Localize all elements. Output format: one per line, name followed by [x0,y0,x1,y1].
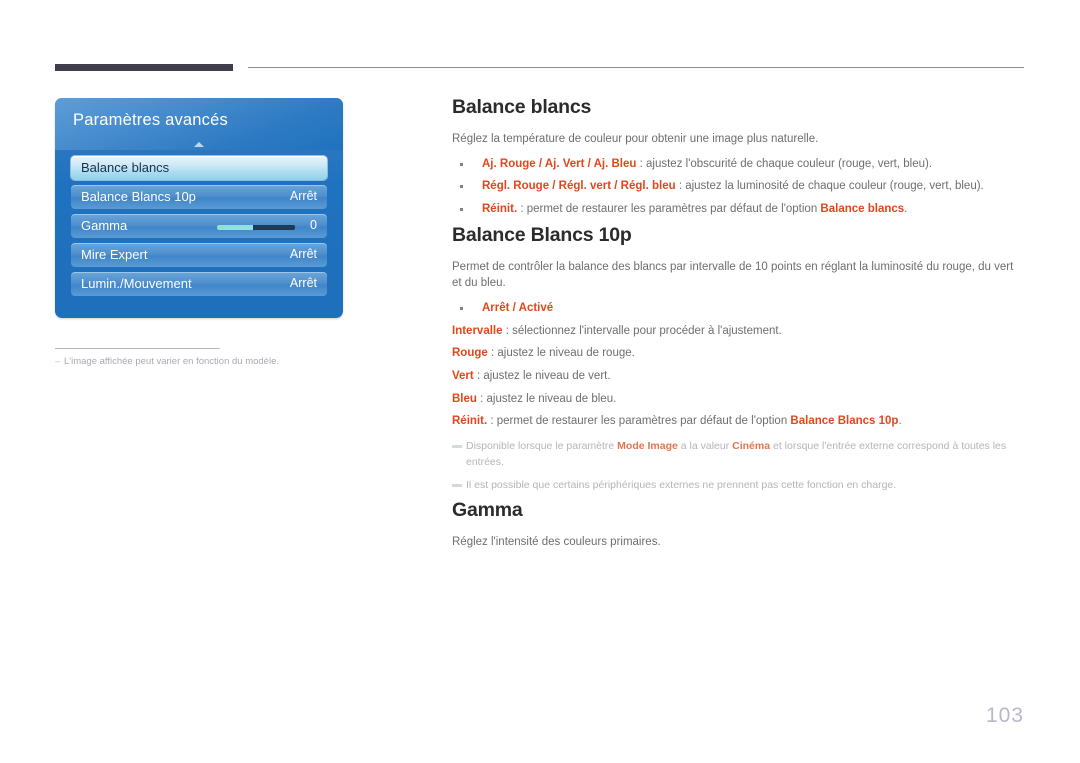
osd-row-value: Arrêt [289,189,317,203]
section-intro-balance-blancs: Réglez la température de couleur pour ob… [452,133,819,145]
page-number: 103 [985,704,1024,727]
footnote-dash-icon: – [55,356,61,367]
osd-row-2[interactable]: Balance Blancs 10p Arrêt [71,185,327,209]
accent-term: Bleu [452,392,477,405]
osd-row-1[interactable]: Balance blancs [71,156,327,180]
accent-term: Arrêt / Activé [482,302,554,315]
left-footnote: – L'image affichée peut varier en fonctio… [55,355,355,369]
osd-row-value: 0 [310,218,317,232]
accent-term: Mode Image [617,440,678,453]
note-line: Disponible lorsque le paramètre Mode Ima… [452,438,1024,471]
osd-row-value: Arrêt [289,276,317,290]
osd-row-5[interactable]: Lumin./Mouvement Arrêt [71,272,327,296]
section-title-gamma: Gamma [452,498,523,521]
tv-osd-panel: Paramètres avancés Balance blancs Balance… [55,98,343,318]
osd-menu-list: Balance blancs Balance Blancs 10p Arrêt Gam… [71,156,327,301]
sub-option-list-balance-blancs-10p: Intervalle : sélectionnez l'intervalle p… [452,323,1024,430]
accent-term: Rouge [452,347,488,360]
bullet-item: Arrêt / Activé [452,300,1024,317]
accent-term: Réinit. [452,415,488,428]
bullet-item: Régl. Rouge / Régl. vert / Régl. bleu : … [452,178,1024,195]
bullet-item: Aj. Rouge / Aj. Vert / Aj. Bleu : ajuste… [452,156,1024,173]
accent-term: Balance blancs [820,203,905,216]
osd-row-label: Balance blancs [81,160,170,175]
section-intro-gamma: Réglez l'intensité des couleurs primaire… [452,535,661,548]
left-footnote-text: L'image affichée peut varier en fonction… [64,356,279,367]
caret-up-icon [194,142,204,147]
section-title-balance-blancs-10p: Balance Blancs 10p [452,223,632,246]
bullet-list-balance-blancs-10p: Arrêt / Activé [452,300,1024,317]
sub-option-line: Bleu : ajustez le niveau de bleu. [452,392,617,405]
osd-row-label: Lumin./Mouvement [81,276,192,291]
osd-slider[interactable] [217,225,295,230]
sub-option-line: Rouge : ajustez le niveau de rouge. [452,347,635,360]
osd-row-4[interactable]: Mire Expert Arrêt [71,243,327,267]
osd-row-label: Balance Blancs 10p [81,189,196,204]
accent-term: Régl. Rouge / Régl. vert / Régl. bleu [482,180,676,193]
note-list-balance-blancs-10p: Disponible lorsque le paramètre Mode Ima… [452,438,1024,493]
sub-option-line: Vert : ajustez le niveau de vert. [452,370,611,383]
osd-slider-fill [217,225,253,230]
osd-row-label: Gamma [81,218,128,233]
bullet-item: Réinit. : permet de restaurer les paramè… [452,201,1024,218]
osd-row-label: Mire Expert [81,247,148,262]
osd-title: Paramètres avancés [73,111,228,129]
accent-term: Vert [452,370,474,383]
accent-term: Cinéma [732,440,771,453]
header-rule-thick [55,64,233,71]
note-line: Il est possible que certains périphériqu… [452,477,1024,493]
accent-term: Aj. Rouge / Aj. Vert / Aj. Bleu [482,157,637,170]
sub-option-line: Réinit. : permet de restaurer les paramè… [452,415,902,428]
content-column: Balance blancs Réglez la température de … [452,96,1024,551]
header-rule-thin [248,67,1024,68]
bullet-list-balance-blancs: Aj. Rouge / Aj. Vert / Aj. Bleu : ajuste… [452,156,1024,218]
accent-term: Balance Blancs 10p [790,415,899,428]
section-title-balance-blancs: Balance blancs [452,96,592,118]
left-footnote-rule [55,348,220,349]
osd-row-value: Arrêt [289,247,317,261]
section-intro-balance-blancs-10p: Permet de contrôler la balance des blanc… [452,260,1014,290]
osd-row-3[interactable]: Gamma 0 [71,214,327,238]
accent-term: Intervalle [452,324,503,337]
accent-term: Réinit. [482,203,518,216]
sub-option-line: Intervalle : sélectionnez l'intervalle p… [452,324,782,337]
